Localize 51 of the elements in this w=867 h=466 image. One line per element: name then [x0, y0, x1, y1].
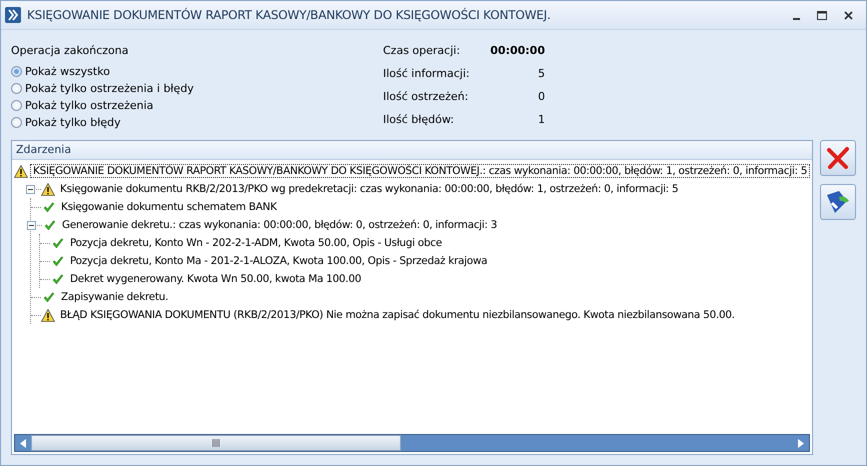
filter-radio[interactable]: Pokaż wszystko [11, 63, 383, 80]
stat-value: 00:00:00 [489, 44, 545, 59]
radio-icon[interactable] [11, 117, 22, 128]
save-button[interactable] [820, 184, 856, 220]
event-text[interactable]: Pozycja dekretu, Konto Wn - 202-2-1-ADM, Kwota 50.00, Opis - Usługi obce [68, 237, 444, 249]
stat-value: 0 [537, 90, 545, 105]
filter-radio[interactable]: Pokaż tylko ostrzeżenia [11, 97, 383, 114]
check-icon [52, 238, 64, 248]
radio-icon[interactable] [11, 100, 22, 111]
event-text[interactable]: Generowanie dekretu.: czas wykonania: 00:00:00, błędów: 0, ostrzeżeń: 0, informacji: 3 [60, 219, 500, 231]
event-text[interactable]: Zapisywanie dekretu. [59, 291, 170, 303]
grip-icon [212, 439, 220, 447]
right-arrow-icon [798, 438, 804, 448]
collapse-toggle[interactable] [27, 220, 36, 230]
radio-icon[interactable] [11, 66, 22, 77]
stat-label: Ilość błędów: [383, 113, 455, 128]
check-icon [43, 202, 55, 212]
stat-value: 1 [537, 113, 545, 128]
radio-icon[interactable] [11, 83, 22, 94]
cancel-button[interactable] [820, 140, 856, 176]
check-icon [52, 274, 64, 284]
warning-icon [41, 182, 55, 196]
stat-label: Ilość ostrzeżeń: [383, 90, 470, 105]
close-icon [826, 146, 850, 170]
check-icon [43, 292, 55, 302]
stat-value: 5 [537, 67, 545, 82]
event-text[interactable]: KSIĘGOWANIE DOKUMENTÓW RAPORT KASOWY/BANKOWY DO KSIĘGOWOŚCI KONTOWEJ.: czas wykonania: 00:00:00, błędów: 1, ostrzeżeń: 0, informacji: 5 [31, 165, 810, 177]
maximize-icon [817, 10, 827, 20]
check-icon [44, 220, 56, 230]
event-text[interactable]: Pozycja dekretu, Konto Ma - 201-2-1-ALOZA, Kwota 100.00, Opis - Sprzedaż krajowa [68, 255, 490, 267]
event-text[interactable]: BŁĄD KSIĘGOWANIA DOKUMENTU (RKB/2/2013/PKO) Nie można zapisać dokumentu niezbilansowanego. Kwota niezbilansowana 50.00. [58, 309, 737, 321]
group-title: Operacja zakończona [11, 44, 130, 57]
event-text[interactable]: Księgowanie dokumentu schematem BANK [59, 201, 279, 213]
left-arrow-icon [20, 438, 26, 448]
app-logo-icon [5, 7, 21, 23]
panel-header: Zdarzenia [12, 141, 812, 160]
window-title: KSIĘGOWANIE DOKUMENTÓW RAPORT KASOWY/BANKOWY DO KSIĘGOWOŚCI KONTOWEJ. [27, 8, 552, 22]
collapse-toggle[interactable] [26, 184, 35, 194]
filter-radio[interactable]: Pokaż tylko ostrzeżenia i błędy [11, 80, 383, 97]
stat-label: Ilość informacji: [383, 67, 471, 82]
warning-icon [41, 308, 55, 322]
stat-label: Czas operacji: [383, 44, 462, 59]
event-text[interactable]: Księgowanie dokumentu RKB/2/2013/PKO wg predekretacji: czas wykonania: 00:00:00, błędów: 1, ostrzeżeń: 0, informacji: 5 [58, 183, 680, 195]
scroll-thumb[interactable] [31, 435, 401, 451]
warning-icon [14, 164, 28, 178]
close-icon [844, 10, 852, 20]
filter-radio[interactable]: Pokaż tylko błędy [11, 114, 383, 131]
event-text[interactable]: Dekret wygenerowany. Kwota Wn 50.00, kwota Ma 100.00 [68, 273, 364, 285]
check-icon [52, 256, 64, 266]
minimize-icon [792, 18, 800, 20]
horizontal-scrollbar[interactable] [14, 434, 810, 452]
